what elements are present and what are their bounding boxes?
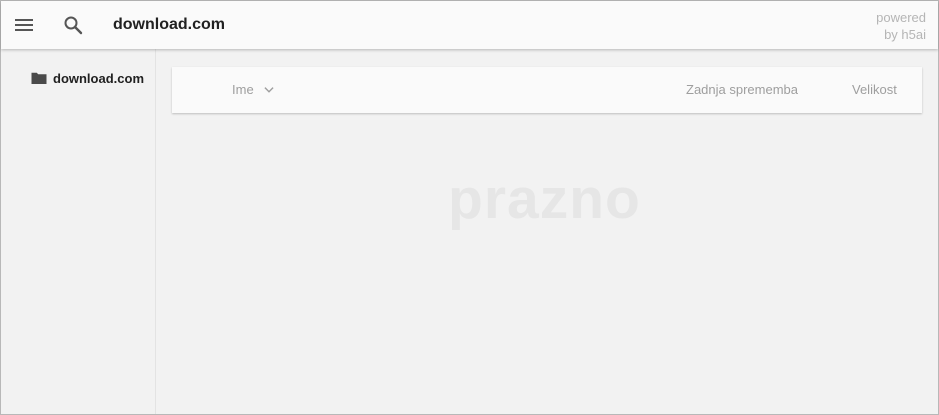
search-icon (64, 16, 83, 35)
top-bar: download.com powered by h5ai (1, 1, 938, 49)
menu-button[interactable] (12, 13, 36, 37)
browser-viewport: download.com powered by h5ai download.co… (0, 0, 939, 415)
tree-item-download-com[interactable]: download.com (30, 69, 144, 87)
powered-line-2: by h5ai (884, 27, 926, 42)
chevron-down-icon (264, 86, 274, 93)
listing-header: Ime Zadnja sprememba Velikost (172, 67, 922, 113)
column-header-size[interactable]: Velikost (852, 82, 897, 97)
column-name-label: Ime (232, 82, 254, 97)
sidebar-tree: download.com (1, 49, 156, 414)
column-header-name[interactable]: Ime (232, 82, 276, 97)
hamburger-menu-icon (15, 19, 33, 31)
column-header-modified[interactable]: Zadnja sprememba (686, 82, 798, 97)
empty-listing-message: prazno (448, 167, 641, 231)
search-button[interactable] (61, 13, 85, 37)
powered-line-1: powered (876, 10, 926, 25)
tree-item-label: download.com (53, 70, 144, 86)
folder-icon (31, 72, 47, 84)
powered-by-link[interactable]: powered by h5ai (876, 9, 926, 43)
breadcrumb-root[interactable]: download.com (113, 16, 225, 34)
